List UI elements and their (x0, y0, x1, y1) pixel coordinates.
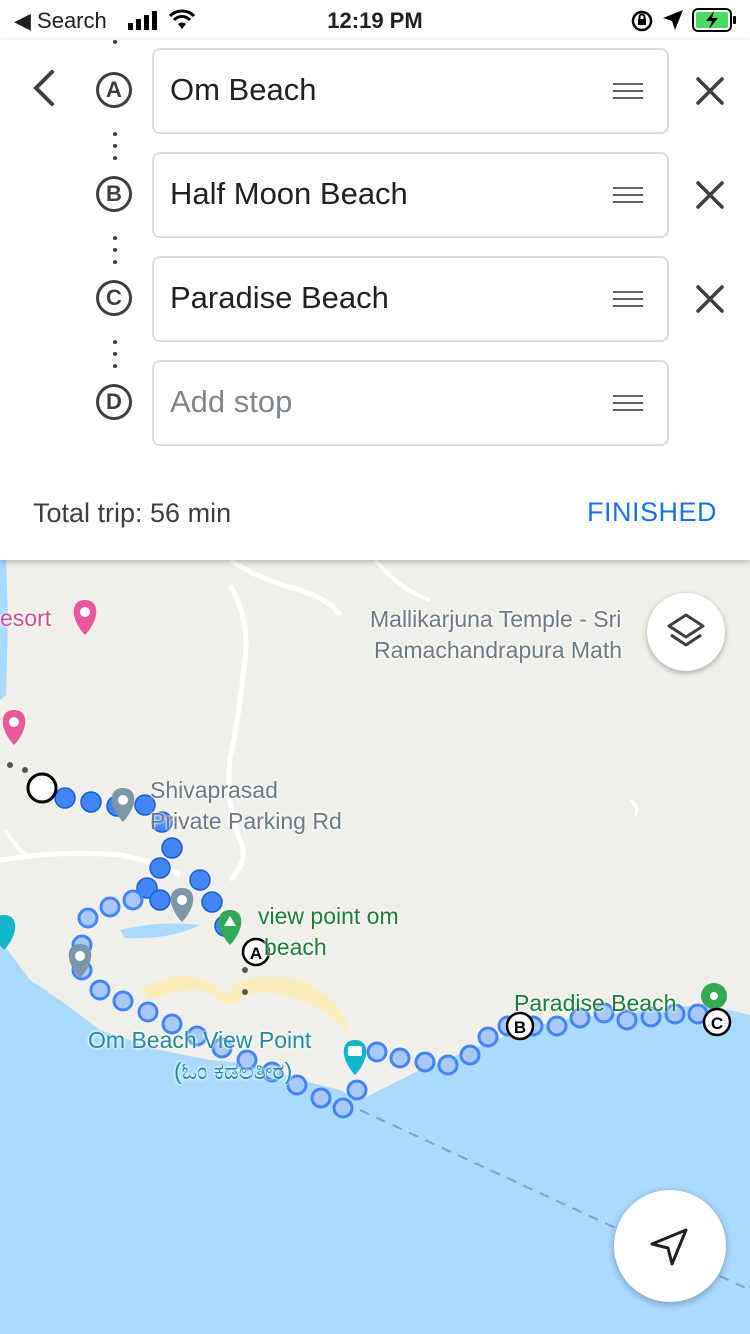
beach-pin-icon (701, 983, 727, 1009)
place-pin-icon (170, 888, 194, 922)
total-trip-time: Total trip: 56 min (33, 498, 232, 528)
remove-stop-button[interactable] (692, 281, 728, 317)
temple-label-line1: Mallikarjuna Temple - Sri (370, 606, 622, 632)
navigate-icon (650, 1228, 688, 1266)
marker-c-label: C (711, 1014, 723, 1033)
battery-icon (692, 8, 738, 38)
camera-pin-icon (0, 915, 16, 950)
camera-pin-icon (343, 1040, 367, 1075)
close-icon (696, 77, 724, 105)
stop-row-c: C Paradise Beach (0, 256, 750, 344)
remove-stop-button[interactable] (692, 177, 728, 213)
stop-input-value: Paradise Beach (170, 280, 389, 315)
finished-button[interactable]: FINISHED (587, 497, 717, 528)
close-icon (696, 285, 724, 313)
drag-handle-icon[interactable] (613, 291, 643, 309)
stop-input-b[interactable]: Half Moon Beach (152, 152, 669, 238)
layers-button[interactable] (647, 593, 725, 671)
resort-pin-icon (2, 710, 26, 745)
stop-row-a: A Om Beach (0, 48, 750, 136)
navigate-button[interactable] (614, 1190, 726, 1302)
drag-handle-icon[interactable] (613, 83, 643, 101)
place-pin-icon (111, 788, 135, 822)
remove-stop-button[interactable] (692, 73, 728, 109)
marker-b-label: B (514, 1018, 526, 1037)
stop-input-value: Om Beach (170, 72, 317, 107)
stop-row-d: D Add stop (0, 360, 750, 448)
resort-label: esort (0, 605, 52, 631)
stop-marker-d: D (96, 384, 132, 420)
drag-handle-icon[interactable] (613, 395, 643, 413)
map-marker-c[interactable]: C (702, 1007, 732, 1037)
temple-label-line2: Ramachandrapura Math (374, 637, 623, 663)
stop-input-a[interactable]: Om Beach (152, 48, 669, 134)
stop-marker-a: A (96, 72, 132, 108)
om-beach-label-line2: (ಓಂ ಕಡಲತೀರ) (174, 1058, 293, 1084)
om-beach-label-line1: Om Beach View Point (88, 1027, 312, 1053)
location-arrow-icon (662, 9, 684, 37)
status-bar: ◀ Search 12:19 PM (0, 0, 750, 40)
stop-marker-b: B (96, 176, 132, 212)
resort-pin-icon (73, 600, 97, 635)
map-view[interactable]: A B C esort Mallikarjuna Temple - Sri Ra… (0, 560, 750, 1334)
stop-input-value: Half Moon Beach (170, 176, 408, 211)
stop-marker-c: C (96, 280, 132, 316)
route-start-point (26, 772, 58, 804)
parking-label-line1: Shivaprasad (150, 777, 278, 803)
marker-a-label: A (250, 944, 262, 963)
stop-input-c[interactable]: Paradise Beach (152, 256, 669, 342)
close-icon (696, 181, 724, 209)
add-stop-placeholder: Add stop (170, 384, 293, 419)
lock-rotation-icon (630, 9, 654, 39)
stop-row-b: B Half Moon Beach (0, 152, 750, 240)
drag-handle-icon[interactable] (613, 187, 643, 205)
viewpoint-label-line2: beach (264, 934, 327, 960)
viewpoint-label-line1: view point om (258, 903, 399, 929)
directions-panel: A Om Beach B Half Moon Beach C Paradise … (0, 40, 750, 560)
park-pin-icon (218, 910, 242, 945)
add-stop-input[interactable]: Add stop (152, 360, 669, 446)
layers-icon (667, 613, 705, 647)
paradise-beach-label: Paradise Beach (514, 990, 677, 1016)
lagoon (120, 923, 200, 939)
parking-label-line2: Private Parking Rd (150, 808, 342, 834)
